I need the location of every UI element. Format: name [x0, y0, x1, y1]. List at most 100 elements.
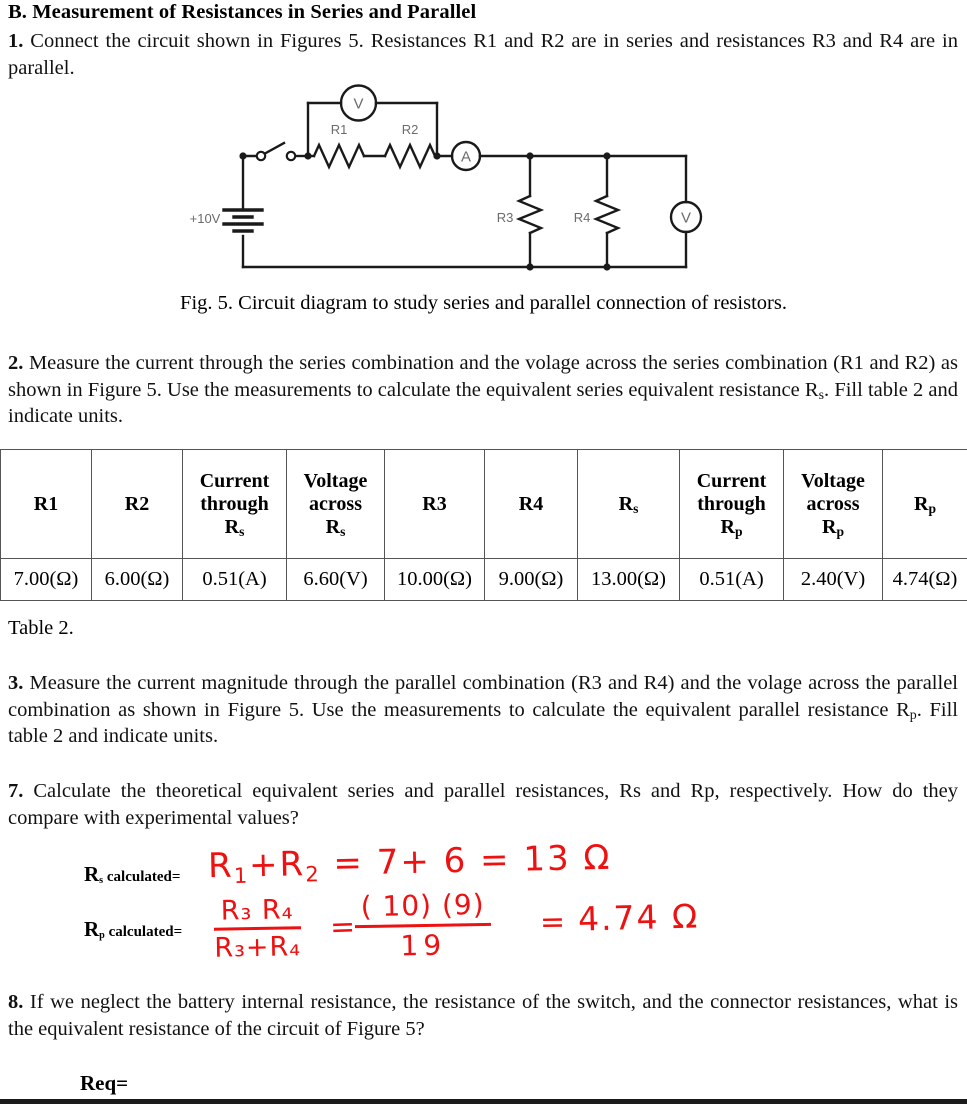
- hw-rp-numerator: R₃ R₄: [213, 894, 301, 931]
- rs-calculated-label: Rs calculated=: [84, 862, 180, 887]
- figure-caption: Fig. 5. Circuit diagram to study series …: [180, 292, 787, 314]
- junction-dots: [239, 152, 611, 271]
- header-cell-voltage-across-rp: Voltage across Rp: [783, 449, 883, 559]
- junction-dot-r3-bottom: [526, 263, 534, 271]
- switch-terminal-left: [255, 150, 267, 162]
- meter-labels: V A V: [353, 96, 691, 227]
- label-r3: R3: [497, 210, 514, 225]
- paragraph-item-3: 3. Measure the current magnitude through…: [8, 670, 958, 750]
- item-8-number: 8.: [8, 991, 24, 1013]
- header-line1: R2: [124, 492, 150, 515]
- header-line1: Voltage: [303, 469, 368, 492]
- header-cell-current-through-rp: Current through Rp: [679, 449, 784, 559]
- ammeter-label: A: [461, 149, 471, 166]
- header-subscript: p: [734, 523, 743, 539]
- header-line1: R: [618, 492, 634, 515]
- switch-terminal-right: [285, 150, 297, 162]
- header-line1: R4: [518, 492, 544, 515]
- cell-rs-value[interactable]: 13.00(Ω): [577, 558, 680, 601]
- header-line1: R: [913, 492, 929, 515]
- item-1-number: 1.: [8, 30, 24, 52]
- junction-dot-r4-top: [603, 152, 611, 160]
- item-2-number: 2.: [8, 352, 24, 374]
- item-8-text: If we neglect the battery internal resis…: [8, 991, 959, 1040]
- hw-rs-unit: Ω: [582, 837, 612, 879]
- item-3-subscript: p: [909, 707, 917, 723]
- hw-rp-denominator-values: 19: [400, 928, 447, 963]
- cell-r2-value[interactable]: 6.00(Ω): [91, 558, 183, 601]
- section-heading: B. Measurement of Resistances in Series …: [8, 1, 477, 23]
- table-2-container: R1 R2 Current through Rs Voltage across …: [0, 449, 967, 601]
- hw-rs-r1: R: [207, 845, 235, 887]
- rs-label-rest: calculated=: [103, 869, 181, 885]
- header-cell-rs: Rs: [577, 449, 680, 559]
- table-row: 7.00(Ω) 6.00(Ω) 0.51(A) 6.60(V) 10.00(Ω)…: [0, 558, 967, 601]
- req-label[interactable]: Req=: [80, 1071, 128, 1096]
- cell-rp-value[interactable]: 4.74(Ω): [882, 558, 967, 601]
- item-7-text: Calculate the theoretical equivalent ser…: [8, 780, 959, 829]
- hw-rs-sub2: 2: [305, 861, 322, 887]
- rp-label-rest: calculated=: [104, 924, 183, 940]
- header-subscript: p: [928, 500, 936, 516]
- header-cell-r4: R4: [484, 449, 578, 559]
- handwritten-equals-1: =: [329, 909, 356, 946]
- paragraph-item-2: 2. Measure the current through the serie…: [8, 350, 958, 430]
- junction-dot-battery-top: [239, 152, 247, 160]
- paragraph-item-7: 7. Calculate the theoretical equivalent …: [8, 778, 958, 831]
- hw-rp-numerator-values: ( 10) (9): [354, 888, 491, 929]
- rs-label-r: R: [84, 862, 100, 886]
- cell-r4-value[interactable]: 9.00(Ω): [484, 558, 578, 601]
- cell-r3-value[interactable]: 10.00(Ω): [384, 558, 485, 601]
- header-cell-rp: Rp: [882, 449, 967, 559]
- voltmeter-parallel-label: V: [681, 210, 691, 227]
- resistor-r3-body: [515, 194, 545, 235]
- table-header-row: R1 R2 Current through Rs Voltage across …: [0, 449, 967, 559]
- label-r4: R4: [574, 210, 591, 225]
- label-r2: R2: [402, 122, 419, 137]
- measurement-table: R1 R2 Current through Rs Voltage across …: [0, 449, 967, 601]
- handwritten-equals-2: =: [539, 904, 566, 941]
- junction-dot-r4-bottom: [603, 263, 611, 271]
- header-line1: R3: [422, 492, 447, 515]
- cell-r1-value[interactable]: 7.00(Ω): [0, 558, 92, 601]
- header-line2: through: [200, 492, 269, 515]
- rp-label-r: R: [84, 917, 100, 941]
- cell-voltage-rp-value[interactable]: 2.40(V): [783, 558, 883, 601]
- header-cell-voltage-across-rs: Voltage across Rs: [286, 449, 385, 559]
- paragraph-item-1: 1. Connect the circuit shown in Figures …: [8, 28, 958, 81]
- cell-current-rs-value[interactable]: 0.51(A): [182, 558, 287, 601]
- junction-dot-r1-left: [304, 152, 312, 160]
- resistor-r1-body: [312, 142, 366, 170]
- header-subscript: s: [633, 500, 639, 516]
- bottom-edge-bar: [0, 1099, 967, 1104]
- hw-rp-denominator: R₃+R₄: [214, 931, 302, 964]
- item-2-text-part1: Measure the current through the series c…: [8, 352, 958, 401]
- item-1-text: Connect the circuit shown in Figures 5. …: [8, 30, 958, 79]
- label-r1: R1: [331, 122, 348, 137]
- handwritten-rp-result: 4.74 Ω: [577, 896, 700, 939]
- label-source-voltage: +10V: [190, 211, 221, 226]
- header-subscript: s: [340, 523, 346, 539]
- header-subscript: p: [836, 523, 844, 539]
- rp-calculated-label: Rp calculated=: [84, 917, 182, 942]
- switch-terminals: [255, 150, 297, 162]
- cell-current-rp-value[interactable]: 0.51(A): [679, 558, 784, 601]
- resistor-r4-body: [592, 194, 622, 235]
- handwritten-rs-calculation: R1+R2 = 7+ 6 = 13 Ω: [207, 837, 612, 888]
- junction-dot-r3-top: [526, 152, 534, 160]
- handwritten-rp-fraction-right: ( 10) (9) 19: [354, 888, 491, 963]
- cell-voltage-rs-value[interactable]: 6.60(V): [286, 558, 385, 601]
- header-cell-r3: R3: [384, 449, 485, 559]
- junction-dot-r2-right: [433, 152, 441, 160]
- circuit-diagram-figure-5: R1 R2 R3 R4 +10V V A V: [180, 84, 740, 284]
- voltmeter-series-label: V: [353, 96, 363, 113]
- hw-rs-rhs: = 7+ 6 = 13: [333, 838, 572, 884]
- header-cell-r2: R2: [91, 449, 183, 559]
- header-line2: across: [309, 492, 362, 515]
- switch-lever: [262, 141, 286, 156]
- header-subscript: s: [239, 523, 245, 539]
- paragraph-item-8: 8. If we neglect the battery internal re…: [8, 989, 958, 1042]
- header-line2: through: [697, 492, 766, 515]
- header-line1: Current: [696, 469, 767, 492]
- document-page: B. Measurement of Resistances in Series …: [0, 0, 967, 1104]
